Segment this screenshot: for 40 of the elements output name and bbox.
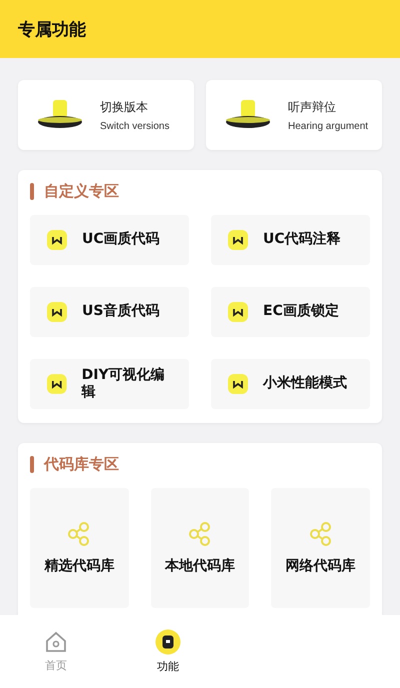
- tab-label: 首页: [45, 658, 67, 673]
- feature-item[interactable]: DIY可视化编辑: [30, 359, 189, 409]
- item-label: DIY可视化编辑: [82, 366, 166, 402]
- section-title: 自定义专区: [44, 182, 119, 201]
- feature-item[interactable]: 小米性能模式: [211, 359, 370, 409]
- accent-bar: [30, 183, 34, 200]
- section-title: 代码库专区: [44, 455, 119, 474]
- library-item[interactable]: 精选代码库: [30, 488, 129, 608]
- badge-icon: [227, 373, 249, 395]
- item-label: EC画质锁定: [263, 303, 339, 321]
- card-title: 听声辩位: [288, 98, 337, 116]
- feature-item[interactable]: UC画质代码: [30, 215, 189, 265]
- card-subtitle: Hearing argument: [288, 120, 368, 132]
- badge-icon: [46, 229, 68, 251]
- feature-card[interactable]: 听声辩位 Hearing argument: [206, 80, 382, 150]
- library-item[interactable]: 本地代码库: [150, 488, 250, 608]
- item-label: 小米性能模式: [263, 375, 347, 393]
- accent-bar: [30, 456, 34, 473]
- badge-icon: [227, 301, 249, 323]
- item-label: 精选代码库: [44, 557, 114, 575]
- page-title: 专属功能: [18, 18, 86, 40]
- feature-card[interactable]: 切换版本 Switch versions: [18, 80, 194, 150]
- feature-item[interactable]: UC代码注释: [211, 215, 370, 265]
- card-subtitle: Switch versions: [100, 120, 170, 132]
- badge-icon: [46, 373, 68, 395]
- badge-icon: [46, 301, 68, 323]
- badge-icon: [227, 229, 249, 251]
- item-label: UC代码注释: [263, 231, 341, 249]
- share-icon: [308, 521, 334, 547]
- item-label: UC画质代码: [82, 231, 160, 249]
- feature-item[interactable]: EC画质锁定: [211, 287, 370, 337]
- library-item[interactable]: 网络代码库: [271, 488, 370, 608]
- card-title: 切换版本: [100, 98, 149, 116]
- nav-tab[interactable]: 功能: [112, 615, 224, 688]
- item-label: 网络代码库: [286, 557, 356, 575]
- feature-item[interactable]: US音质代码: [30, 287, 189, 337]
- tab-label: 功能: [157, 659, 179, 674]
- item-label: 本地代码库: [164, 557, 235, 575]
- share-icon: [186, 521, 213, 547]
- item-label: US音质代码: [82, 303, 160, 321]
